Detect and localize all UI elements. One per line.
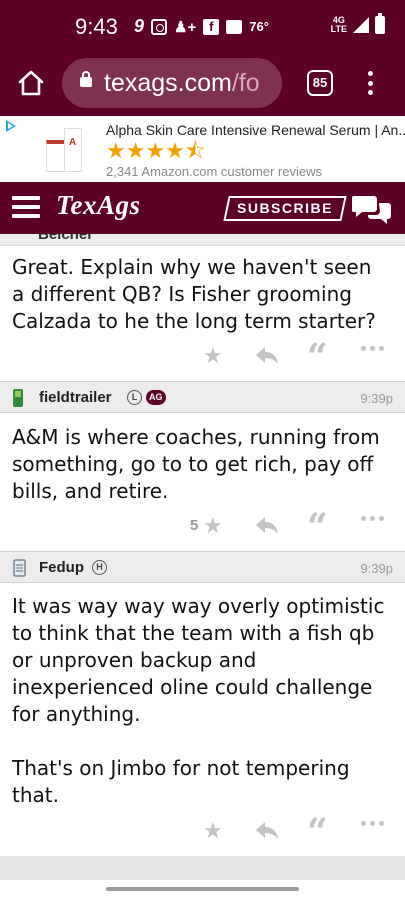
user-badge: L (127, 390, 142, 405)
post-header: Fedup H 9:39p (0, 551, 405, 583)
lock-icon (80, 71, 92, 87)
star-icon[interactable]: ★ (203, 343, 223, 369)
status-time: 9:43 (75, 14, 118, 39)
camera-notification-icon (151, 18, 168, 35)
navigation-area (0, 880, 405, 900)
star-icon[interactable]: ★ (203, 513, 223, 539)
menu-dot (367, 80, 373, 86)
image-notification-icon (226, 19, 243, 34)
more-dot (370, 346, 375, 351)
quote-icon[interactable]: “ (307, 339, 328, 375)
post-header-partial: Belcher (0, 234, 405, 246)
reply-icon[interactable] (254, 820, 280, 840)
quote-icon[interactable]: “ (307, 814, 328, 850)
product-box (64, 128, 82, 172)
subscribe-label: SUBSCRIBE (237, 200, 333, 216)
phone-icon (13, 389, 23, 407)
add-person-icon: ♟+ (174, 18, 197, 36)
post-time: 9:39p (360, 391, 393, 406)
post-text: A&M is where coaches, running from somet… (12, 425, 387, 503)
hamburger-line (12, 196, 40, 200)
signal-icon (353, 17, 369, 33)
more-dot (361, 516, 366, 521)
site-logo[interactable]: TexAgs (56, 190, 141, 221)
network-bottom: LTE (330, 24, 347, 34)
subscribe-button[interactable]: SUBSCRIBE (223, 196, 347, 221)
reply-icon[interactable] (254, 515, 280, 535)
facebook-icon: f (203, 18, 220, 35)
address-bar[interactable]: texags.com/fo (62, 58, 282, 108)
browser-menu-button[interactable] (360, 68, 380, 98)
menu-dot (367, 90, 373, 95)
status-right-icons: 4G LTE (331, 13, 385, 34)
reply-icon[interactable] (254, 345, 280, 365)
notification-icons: 9 ♟+ f 76° (134, 16, 269, 37)
menu-dot (367, 71, 373, 76)
more-dot (379, 821, 384, 826)
post-text: Great. Explain why we haven't seen a dif… (12, 255, 378, 333)
temperature: 76° (249, 19, 269, 34)
more-dot (379, 346, 384, 351)
url-path: /fo (231, 69, 260, 97)
hamburger-line (12, 205, 40, 209)
post-time: 9:39p (360, 561, 393, 576)
post-actions: ★ “ (0, 339, 405, 375)
post-actions: 5 ★ “ (0, 509, 405, 545)
ad-rating-stars: ★★★★⯪ (106, 138, 206, 163)
battery-icon (375, 13, 385, 34)
post-username[interactable]: Fedup (39, 559, 84, 576)
more-dot (370, 516, 375, 521)
more-dot (379, 516, 384, 521)
app-notification-icon: 9 (134, 16, 145, 36)
browser-toolbar: texags.com/fo 85 (0, 52, 405, 116)
ad-review-count: 2,341 Amazon.com customer reviews (106, 164, 323, 179)
more-dot (361, 346, 366, 351)
more-dot (370, 821, 375, 826)
user-badge: AG (146, 390, 166, 405)
url-domain: texags.com (104, 69, 232, 97)
star-icon[interactable]: ★ (203, 818, 223, 844)
ad-product-image[interactable] (44, 126, 84, 178)
tab-switcher-button[interactable]: 85 (307, 70, 333, 96)
more-options-icon[interactable] (361, 516, 384, 521)
gesture-handle[interactable] (106, 887, 299, 891)
more-options-icon[interactable] (361, 346, 384, 351)
star-count: 5 (190, 517, 199, 534)
post-text: It was way way way overly optimistic to … (12, 594, 385, 807)
chat-bubbles-icon[interactable] (352, 193, 392, 225)
more-dot (361, 821, 366, 826)
post-header: fieldtrailer L AG 9:39p (0, 381, 405, 413)
post-body: A&M is where coaches, running from somet… (12, 424, 397, 505)
next-post-header (0, 856, 405, 880)
home-icon[interactable] (17, 69, 45, 97)
post-body: It was way way way overly optimistic to … (12, 593, 397, 809)
user-badge: H (92, 560, 107, 575)
url-text[interactable]: texags.com/fo (104, 69, 260, 98)
post-actions: ★ “ (0, 814, 405, 850)
adchoices-icon[interactable] (6, 120, 16, 132)
post-username[interactable]: fieldtrailer (39, 389, 112, 406)
quote-icon[interactable]: “ (307, 509, 328, 545)
post-username[interactable]: Belcher (38, 234, 93, 243)
status-bar: 9:43 9 ♟+ f 76° 4G LTE (0, 0, 405, 52)
post-body: Great. Explain why we haven't seen a dif… (12, 254, 387, 335)
ad-banner[interactable]: Alpha Skin Care Intensive Renewal Serum … (0, 116, 405, 182)
network-type-icon: 4G LTE (331, 16, 347, 34)
hamburger-menu-icon[interactable] (12, 196, 40, 218)
notepad-icon (13, 559, 26, 577)
hamburger-line (12, 214, 40, 218)
site-header: TexAgs SUBSCRIBE (0, 182, 405, 234)
ad-title[interactable]: Alpha Skin Care Intensive Renewal Serum … (106, 122, 405, 138)
more-options-icon[interactable] (361, 821, 384, 826)
